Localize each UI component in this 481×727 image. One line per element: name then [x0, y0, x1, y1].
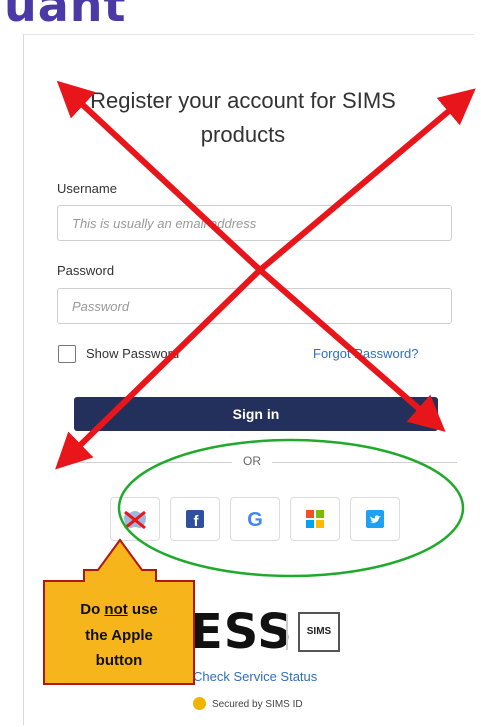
- red-arrow-top-left: [56, 80, 263, 273]
- red-arrow-top-right: [258, 88, 476, 273]
- callout-not-text: not: [104, 601, 128, 618]
- callout-use-text: use: [127, 601, 158, 618]
- green-highlight-ellipse: [117, 438, 465, 578]
- callout-line-1: Do not use: [44, 601, 194, 618]
- callout-line-3: button: [95, 652, 143, 669]
- callout-line-2: the Apple: [85, 627, 153, 644]
- red-arrow-bottom-right: [258, 267, 446, 432]
- red-arrow-bottom-left: [55, 267, 263, 470]
- callout-do-text: Do: [80, 601, 105, 618]
